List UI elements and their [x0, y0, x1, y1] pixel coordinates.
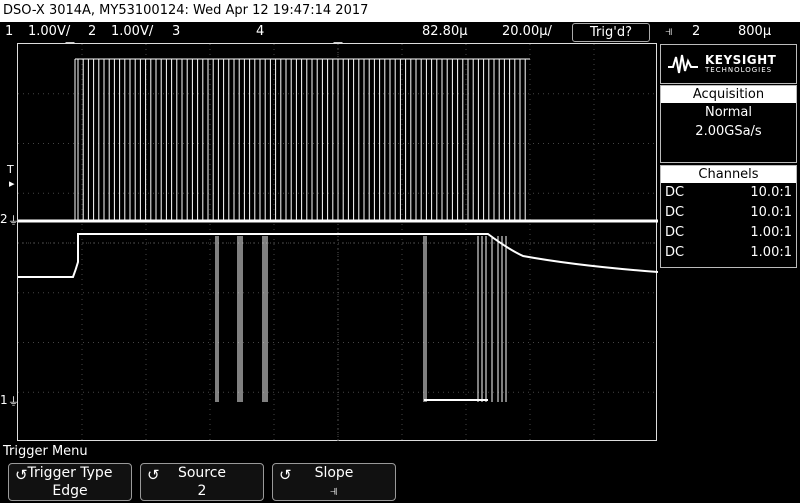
softkey-value: Edge — [52, 483, 88, 499]
softkey-slope[interactable]: ↺ Slope ⫣ — [272, 463, 396, 501]
status-bar: 1 1.00V/ 2 1.00V/ 3 4 82.80µ 20.00µ/ Tri… — [0, 22, 800, 42]
channel-row: DC 10.0:1 — [661, 183, 796, 203]
channel-row: DC 10.0:1 — [661, 203, 796, 223]
channel-coupling: DC — [665, 205, 685, 220]
acquisition-header: Acquisition — [661, 86, 796, 103]
logo-brand: KEYSIGHT — [705, 53, 777, 67]
ground-icon: ⏚ — [8, 214, 19, 227]
time-position[interactable]: 82.80µ — [422, 22, 468, 42]
channel-coupling: DC — [665, 185, 685, 200]
ch1-scale[interactable]: 1.00V/ — [28, 22, 70, 42]
logo-sub: TECHNOLOGIES — [705, 66, 773, 74]
ch3-indicator[interactable]: 3 — [172, 22, 180, 42]
softkey-label: Slope — [314, 465, 354, 481]
title-bar: DSO-X 3014A, MY53100124: Wed Apr 12 19:4… — [0, 0, 800, 22]
channels-header: Channels — [661, 166, 796, 183]
softkey-trigger-type[interactable]: ↺ Trigger Type Edge — [8, 463, 132, 501]
acquisition-mode: Normal — [704, 105, 753, 120]
channel-row: DC 1.00:1 — [661, 223, 796, 243]
ch2-scale[interactable]: 1.00V/ — [111, 22, 153, 42]
acquisition-panel[interactable]: Acquisition Normal 2.00GSa/s — [660, 85, 797, 163]
keysight-wave-icon — [668, 54, 698, 74]
channel-2-trace — [18, 58, 658, 222]
trigger-arrow-icon: ▸ — [9, 177, 15, 190]
softkey-label: Source — [177, 465, 227, 481]
trigger-source: 2 — [692, 24, 701, 39]
ground-icon: ⏚ — [8, 395, 19, 408]
ch4-indicator[interactable]: 4 — [256, 22, 264, 42]
channel-row: DC 1.00:1 — [661, 243, 796, 263]
waveform-display[interactable] — [17, 43, 658, 442]
channel-probe: 10.0:1 — [750, 205, 792, 220]
softkey-value: 2 — [197, 483, 207, 499]
channel-coupling: DC — [665, 225, 685, 240]
keysight-logo-panel: KEYSIGHT TECHNOLOGIES — [660, 44, 797, 84]
ch1-ground-marker[interactable]: 1 — [0, 394, 8, 406]
channel-probe: 10.0:1 — [750, 185, 792, 200]
trigger-level-marker[interactable]: T — [7, 164, 14, 175]
trigger-state: Trig'd? — [590, 25, 632, 40]
channel-probe: 1.00:1 — [750, 225, 792, 240]
channels-panel[interactable]: Channels DC 10.0:1 DC 10.0:1 DC 1.00:1 DC 1.… — [660, 165, 797, 268]
graticule-and-traces — [18, 44, 658, 442]
sample-rate: 2.00GSa/s — [695, 124, 762, 139]
time-scale[interactable]: 20.00µ/ — [502, 22, 552, 42]
menu-title: Trigger Menu — [3, 444, 88, 459]
ch1-indicator[interactable]: 1 — [5, 22, 13, 42]
trigger-level[interactable]: 800µ — [738, 22, 771, 42]
channel-probe: 1.00:1 — [750, 245, 792, 260]
title-text: DSO-X 3014A, MY53100124: Wed Apr 12 19:4… — [3, 3, 369, 18]
softkey-value: ⫣ — [329, 483, 339, 499]
ch2-indicator[interactable]: 2 — [88, 22, 96, 42]
softkey-source[interactable]: ↺ Source 2 — [140, 463, 264, 501]
ch2-ground-marker[interactable]: 2 — [0, 213, 8, 225]
falling-edge-icon: ⫣ — [665, 24, 673, 39]
softkey-label: Trigger Type — [27, 465, 113, 481]
channel-coupling: DC — [665, 245, 685, 260]
